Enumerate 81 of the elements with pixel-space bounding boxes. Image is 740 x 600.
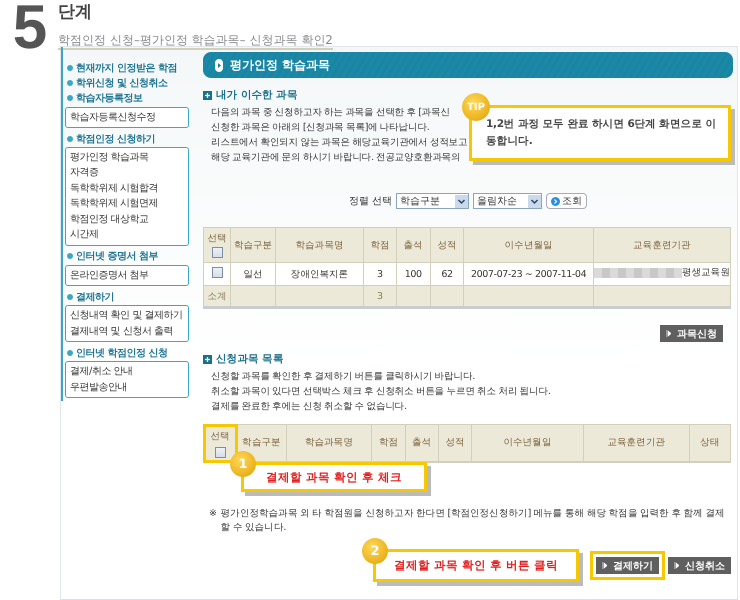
dropdown-icon <box>528 194 542 208</box>
sidebar-item[interactable]: 학점인정 대상학교 <box>70 212 184 228</box>
instruction-line: 해당 교육기관에 문의 하시기 바랍니다. 전공교양호환과목의 <box>211 151 461 165</box>
sidebar-heading[interactable]: 인터넷 학점인정 신청 <box>76 346 168 360</box>
checkbox[interactable] <box>212 247 223 258</box>
sort-field-select[interactable]: 학습구분 <box>396 193 470 209</box>
note-mark: ※ <box>209 507 217 521</box>
bullet-icon <box>67 65 73 72</box>
section-title: 내가 이수한 과목 <box>216 88 298 102</box>
sidebar-item[interactable]: 신청내역 확인 및 결제하기 <box>70 308 184 324</box>
sort-order-select[interactable]: 올림차순 <box>473 193 542 209</box>
sidebar-item[interactable]: 온라인증명서 첨부 <box>70 268 184 284</box>
step-badge: 2 <box>362 538 388 564</box>
column-header: 출석 <box>396 228 430 262</box>
square-bullet-icon <box>203 90 212 100</box>
column-header-text: 선택 <box>207 232 227 245</box>
instruction-line: 결제를 완료한 후에는 신청 취소할 수 없습니다. <box>211 400 407 414</box>
search-button[interactable]: 조회 <box>546 193 588 209</box>
column-header: 이수년월일 <box>464 228 594 262</box>
column-header: 학습과목명 <box>286 424 372 462</box>
sidebar-heading[interactable]: 학습자등록정보 <box>76 91 142 106</box>
sidebar-item[interactable]: 결제/취소 안내 <box>70 364 184 380</box>
dropdown-icon <box>455 194 468 208</box>
column-header: 교육훈련기관 <box>583 424 690 462</box>
pay-button[interactable]: 결제하기 <box>596 557 659 574</box>
column-header: 상태 <box>689 424 730 462</box>
instruction-line: 다음의 과목 중 신청하고자 하는 과목을 선택한 후 [과목신 <box>211 106 450 120</box>
column-header: 학습구분 <box>230 228 276 262</box>
column-header: 성적 <box>430 228 464 262</box>
column-header: 학점 <box>372 424 405 462</box>
institution-name: 평생교육원 <box>682 266 730 280</box>
step-number: 5 <box>12 0 46 56</box>
page-title: 평가인정 학습과목 <box>230 56 330 74</box>
section-title: 신청과목 목록 <box>216 352 284 366</box>
column-header: 성적 <box>438 424 472 462</box>
square-bullet-icon <box>203 354 212 364</box>
sidebar-item[interactable]: 자격증 <box>70 165 184 181</box>
note-text: 평가인정학습과목 외 타 학점원을 신청하고자 한다면 [학점인정신청하기] 메뉴를 통해 해당 학점을 입력한 후 함께 결제할 수 있습니다. <box>220 507 726 535</box>
column-header: 출석 <box>405 424 438 462</box>
column-header-text: 선택 <box>210 430 230 444</box>
bullet-icon <box>67 350 73 356</box>
sidebar-heading[interactable]: 학점인정 신청하기 <box>76 132 155 146</box>
sidebar-item[interactable]: 독학학위제 시험합격 <box>70 180 184 196</box>
bullet-icon <box>67 136 73 142</box>
sidebar-heading[interactable]: 현재까지 인정받은 학점 <box>76 61 177 76</box>
caret-icon <box>674 562 679 569</box>
sidebar-heading[interactable]: 인터넷 증명서 첨부 <box>76 249 158 264</box>
callout-text: 결제할 과목 확인 후 체크 <box>266 470 402 484</box>
column-header: 이수년월일 <box>472 424 584 462</box>
bullet-icon <box>67 253 73 260</box>
checkbox[interactable] <box>212 267 223 278</box>
bullet-icon <box>67 95 73 102</box>
column-header: 교육훈련기관 <box>593 228 730 262</box>
step-badge: 1 <box>230 451 256 477</box>
sidebar-item[interactable]: 우편발송안내 <box>70 380 184 396</box>
step-title: 단계 <box>58 2 93 22</box>
instruction-line: 신청할 과목를 확인한 후 결제하기 버튼를 클릭하시기 바랍니다. <box>211 370 475 384</box>
callout-text: 결제할 과목 확인 후 버튼 클릭 <box>394 558 558 573</box>
bullet-icon <box>67 80 73 86</box>
checkbox[interactable] <box>214 446 226 458</box>
instruction-line: 리스트에서 확인되지 않는 과목은 해당교육기관에서 성적보고 <box>211 136 468 150</box>
sidebar-item[interactable]: 시간제 <box>70 227 184 243</box>
column-header: 학점 <box>364 228 396 262</box>
apply-course-button[interactable]: 과목신청 <box>660 325 723 342</box>
sidebar-heading[interactable]: 결제하기 <box>76 290 114 304</box>
table-cell: 소계 <box>204 286 231 308</box>
arrow-circle-icon <box>551 196 560 206</box>
cancel-application-button[interactable]: 신청취소 <box>668 557 731 574</box>
sidebar-item[interactable]: 평가인정 학습과목 <box>70 150 184 166</box>
instruction-line: 취소할 과목이 있다면 선택박스 체크 후 신청취소 버튼을 누르면 취소 처리 됩니다. <box>211 385 550 399</box>
sidebar-item[interactable]: 독학학위제 시험면제 <box>70 196 184 212</box>
caret-icon <box>666 330 671 337</box>
sidebar-item[interactable]: 결제내역 및 신청서 출력 <box>70 324 184 340</box>
sidebar-heading[interactable]: 학위신청 및 신청취소 <box>76 76 168 90</box>
caret-icon <box>602 562 607 569</box>
column-header: 학습과목명 <box>275 228 364 262</box>
table-cell: 3 <box>364 286 396 308</box>
bullet-icon <box>67 294 73 300</box>
sort-label: 정렬 선택 <box>348 195 392 208</box>
instruction-line: 신청한 과목은 아래의 [신청과목 목록]에 나타납니다. <box>211 121 430 135</box>
sidebar-item[interactable]: 학습자등록신청수정 <box>70 110 184 126</box>
